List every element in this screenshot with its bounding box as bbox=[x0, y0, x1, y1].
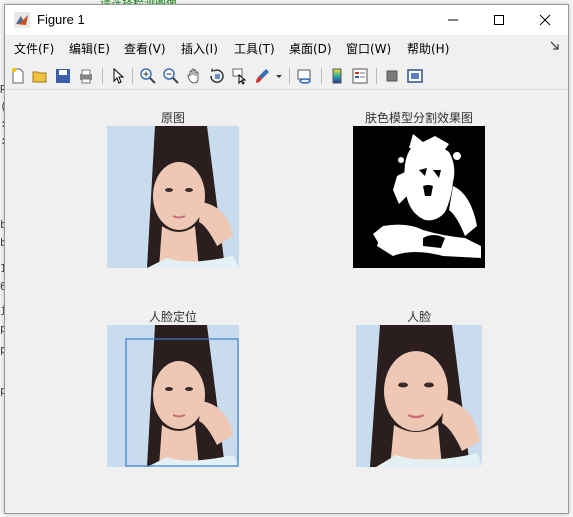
maximize-button[interactable] bbox=[476, 5, 522, 35]
original-image[interactable] bbox=[107, 126, 239, 268]
menu-edit[interactable]: 编辑(E) bbox=[69, 40, 110, 57]
brush-icon[interactable] bbox=[254, 67, 272, 85]
portrait-photo-with-face-box bbox=[107, 325, 239, 467]
figure-window: Figure 1 文件(F) 编辑(E) 查看(V) 插入(I) 工具(T) 桌… bbox=[4, 4, 569, 514]
data-cursor-icon[interactable] bbox=[231, 67, 249, 85]
toolbar-separator bbox=[102, 68, 103, 84]
save-icon[interactable] bbox=[54, 67, 72, 85]
brush-dropdown-icon[interactable] bbox=[275, 67, 283, 85]
toolbar-separator bbox=[321, 68, 322, 84]
matlab-icon bbox=[14, 12, 30, 28]
face-crop-image[interactable] bbox=[356, 325, 482, 467]
rotate-3d-icon[interactable] bbox=[208, 67, 226, 85]
menu-window[interactable]: 窗口(W) bbox=[346, 40, 391, 57]
open-file-icon[interactable] bbox=[31, 67, 49, 85]
subplot-title-segmentation: 肤色模型分割效果图 bbox=[364, 111, 473, 125]
close-icon bbox=[539, 14, 551, 26]
hide-plot-tools-icon[interactable] bbox=[383, 67, 401, 85]
subplot-title-original: 原图 bbox=[160, 111, 185, 125]
toolbar-separator bbox=[289, 68, 290, 84]
minimize-icon bbox=[448, 19, 458, 21]
show-plot-tools-icon[interactable] bbox=[406, 67, 424, 85]
segmentation-image[interactable] bbox=[353, 126, 485, 268]
zoom-out-icon[interactable] bbox=[162, 67, 180, 85]
menu-view[interactable]: 查看(V) bbox=[124, 40, 166, 57]
cropped-face-photo bbox=[356, 325, 482, 467]
legend-icon[interactable] bbox=[351, 67, 369, 85]
menu-insert[interactable]: 插入(I) bbox=[181, 40, 218, 57]
print-icon[interactable] bbox=[77, 67, 95, 85]
zoom-in-icon[interactable] bbox=[139, 67, 157, 85]
toolbar-separator bbox=[132, 68, 133, 84]
portrait-photo bbox=[107, 126, 239, 268]
menu-bar: 文件(F) 编辑(E) 查看(V) 插入(I) 工具(T) 桌面(D) 窗口(W… bbox=[5, 37, 568, 59]
subplot-title-face-location: 人脸定位 bbox=[148, 310, 197, 324]
new-figure-icon[interactable] bbox=[9, 67, 27, 85]
window-title: Figure 1 bbox=[37, 12, 85, 27]
toolbar-separator bbox=[376, 68, 377, 84]
pointer-icon[interactable] bbox=[109, 67, 127, 85]
subplot-title-face: 人脸 bbox=[406, 310, 431, 324]
colorbar-icon[interactable] bbox=[328, 67, 346, 85]
minimize-button[interactable] bbox=[430, 5, 476, 35]
maximize-icon bbox=[494, 15, 504, 25]
figure-canvas: 原图 肤色模型分割效果图 人脸定位 人脸 bbox=[5, 90, 568, 512]
link-plot-icon[interactable] bbox=[296, 67, 314, 85]
menu-help[interactable]: 帮助(H) bbox=[407, 40, 449, 57]
face-location-image[interactable] bbox=[107, 325, 239, 467]
menu-file[interactable]: 文件(F) bbox=[14, 40, 54, 57]
close-button[interactable] bbox=[522, 5, 568, 35]
toolbar bbox=[5, 63, 568, 90]
pan-icon[interactable] bbox=[185, 67, 203, 85]
dock-arrow-icon[interactable] bbox=[550, 41, 560, 51]
menu-tools[interactable]: 工具(T) bbox=[234, 40, 275, 57]
menu-desktop[interactable]: 桌面(D) bbox=[289, 40, 332, 57]
title-bar[interactable]: Figure 1 bbox=[5, 5, 568, 35]
skin-segmentation-mask bbox=[353, 126, 485, 268]
